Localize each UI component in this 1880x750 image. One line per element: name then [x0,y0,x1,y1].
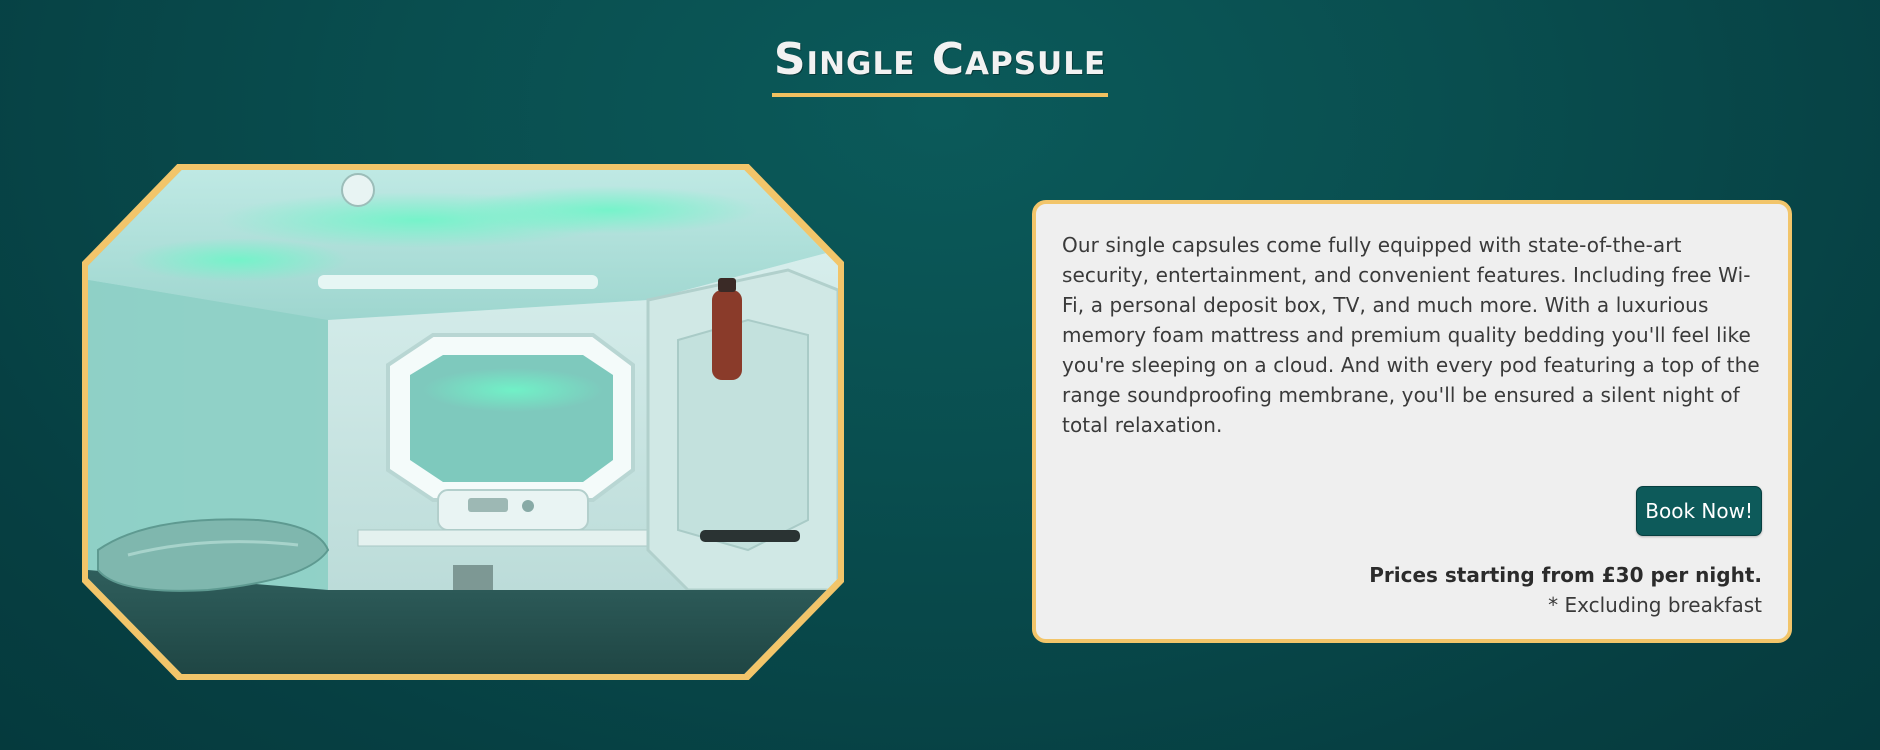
capsule-description: Our single capsules come fully equipped … [1062,233,1760,437]
book-now-button[interactable]: Book Now! [1636,486,1762,536]
capsule-interior-image [88,170,838,674]
capsule-image-frame [82,164,844,680]
title-section: Single Capsule [0,30,1880,97]
price-block: Prices starting from £30 per night. * Ex… [1369,560,1762,620]
page-title: Single Capsule [771,30,1109,97]
price-note: * Excluding breakfast [1548,593,1762,617]
capsule-info-card: Our single capsules come fully equipped … [1032,200,1792,643]
price-text: Prices starting from £30 per night. [1369,563,1762,587]
